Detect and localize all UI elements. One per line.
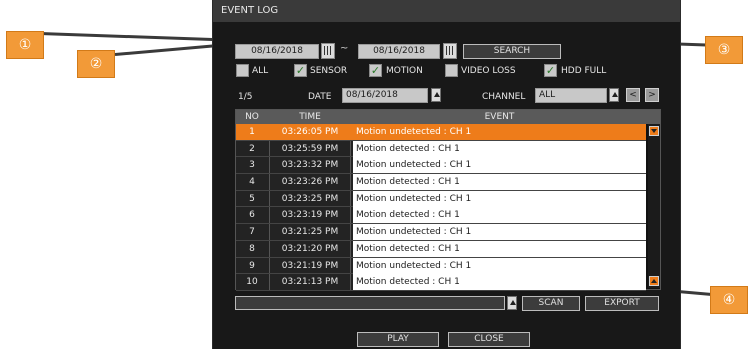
table-row[interactable]: 8 03:21:20 PM Motion detected : CH 1 [236,240,646,258]
row-time: 03:25:59 PM [269,140,351,157]
date-range-separator: ~ [340,43,349,54]
scan-select-arrow-icon[interactable] [507,296,517,310]
start-calendar-icon[interactable] [321,43,335,59]
row-no: 4 [249,177,255,188]
filter-video-loss-checkbox[interactable] [445,64,458,77]
end-calendar-icon[interactable] [443,43,457,59]
table-row[interactable]: 1 03:26:05 PM Motion undetected : CH 1 [236,124,646,141]
row-no: 2 [249,143,255,154]
row-no: 5 [249,193,255,204]
search-button[interactable]: SEARCH [463,44,561,59]
header-no: NO [245,112,259,122]
callout-2: ② [77,50,115,78]
play-button[interactable]: PLAY [357,332,439,347]
date-label: DATE [308,92,332,102]
filter-hdd-full-label: HDD FULL [561,66,607,76]
row-time: 03:23:32 PM [269,157,351,174]
row-no: 8 [249,243,255,254]
table-scrollbar[interactable] [648,124,660,288]
row-time: 03:21:20 PM [269,240,351,257]
table-row[interactable]: 9 03:21:19 PM Motion undetected : CH 1 [236,257,646,275]
table-row[interactable]: 7 03:21:25 PM Motion undetected : CH 1 [236,224,646,241]
table-row[interactable]: 6 03:23:19 PM Motion detected : CH 1 [236,207,646,225]
table-header: NO TIME EVENT [236,110,660,124]
row-event: Motion detected : CH 1 [353,207,646,224]
row-time: 03:26:05 PM [269,124,351,140]
table-row[interactable]: 10 03:21:13 PM Motion detected : CH 1 [236,274,646,291]
callout-3: ③ [705,36,743,64]
row-no: 9 [249,260,255,271]
filter-motion-label: MOTION [386,66,423,76]
row-no: 6 [249,210,255,221]
close-button[interactable]: CLOSE [448,332,530,347]
filter-hdd-full-checkbox[interactable]: ✓ [544,64,557,77]
export-button[interactable]: EXPORT [585,296,659,311]
scan-button[interactable]: SCAN [522,296,580,311]
header-event: EVENT [484,112,515,122]
end-date-field[interactable]: 08/16/2018 [358,44,440,59]
window-title: EVENT LOG [213,0,680,22]
scroll-down-icon[interactable] [649,126,659,136]
row-time: 03:21:19 PM [269,257,351,274]
table-row[interactable]: 4 03:23:26 PM Motion detected : CH 1 [236,174,646,191]
row-time: 03:23:19 PM [269,207,351,224]
table-row[interactable]: 3 03:23:32 PM Motion undetected : CH 1 [236,157,646,175]
row-no: 1 [249,127,255,137]
filter-video-loss-label: VIDEO LOSS [461,66,516,76]
row-event: Motion undetected : CH 1 [353,224,646,241]
row-no: 10 [246,277,258,288]
start-date-field[interactable]: 08/16/2018 [235,44,319,59]
filter-sensor-label: SENSOR [310,66,348,76]
row-no: 7 [249,227,255,238]
row-event: Motion undetected : CH 1 [353,124,646,140]
table-row[interactable]: 5 03:23:25 PM Motion undetected : CH 1 [236,190,646,208]
header-time: TIME [299,112,321,122]
row-event: Motion detected : CH 1 [353,174,646,191]
filter-motion-checkbox[interactable]: ✓ [369,64,382,77]
filter-all-label: ALL [252,66,269,76]
scroll-up-icon[interactable] [649,276,659,286]
date-select[interactable]: 08/16/2018 [342,88,428,103]
row-no: 3 [249,160,255,171]
date-select-arrow-icon[interactable] [431,88,441,102]
row-event: Motion undetected : CH 1 [353,257,646,274]
table-row[interactable]: 2 03:25:59 PM Motion detected : CH 1 [236,140,646,158]
row-event: Motion detected : CH 1 [353,274,646,291]
channel-select[interactable]: ALL [535,88,607,103]
channel-select-arrow-icon[interactable] [609,88,619,102]
callout-4: ④ [710,286,748,314]
table-rows: 1 03:26:05 PM Motion undetected : CH 1 2… [236,124,646,291]
row-event: Motion undetected : CH 1 [353,190,646,207]
next-page-button[interactable]: > [645,88,659,102]
event-table: NO TIME EVENT 1 03:26:05 PM Motion undet… [235,109,661,291]
row-time: 03:23:25 PM [269,190,351,207]
page-indicator: 1/5 [238,92,253,102]
scan-path-field[interactable] [235,296,505,310]
row-time: 03:23:26 PM [269,174,351,190]
callout-1: ① [6,31,44,59]
row-time: 03:21:13 PM [269,274,351,290]
channel-label: CHANNEL [482,92,526,102]
row-event: Motion detected : CH 1 [353,140,646,157]
filter-all-checkbox[interactable] [236,64,249,77]
filter-sensor-checkbox[interactable]: ✓ [294,64,307,77]
row-event: Motion detected : CH 1 [353,240,646,257]
row-time: 03:21:25 PM [269,224,351,240]
row-event: Motion undetected : CH 1 [353,157,646,174]
prev-page-button[interactable]: < [626,88,640,102]
